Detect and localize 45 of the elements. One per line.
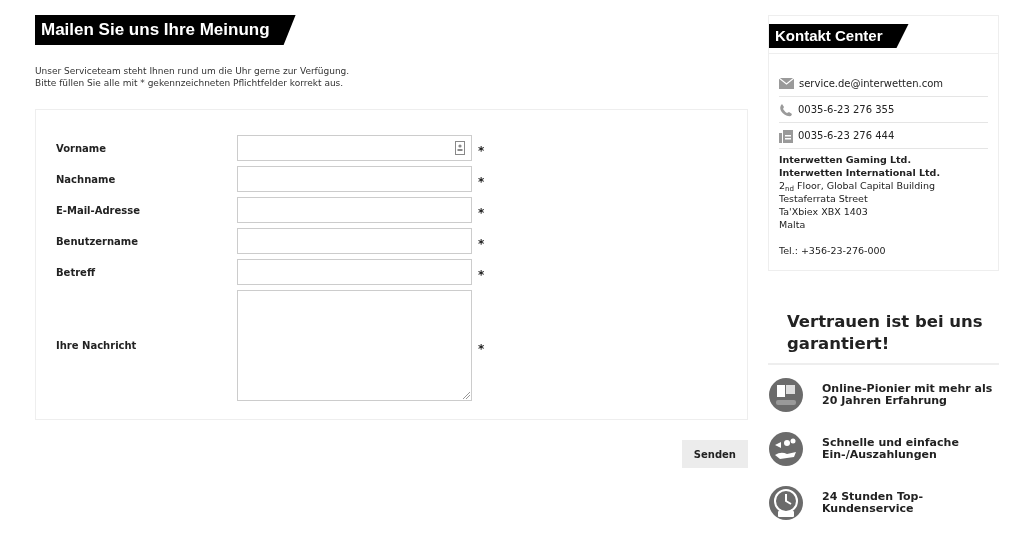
input-field[interactable]: [237, 135, 472, 161]
input-field[interactable]: [237, 166, 472, 192]
address-line: Ta'Xbiex XBX 1403: [779, 205, 869, 218]
trust-heading: Vertrauen ist bei uns garantiert!: [768, 311, 999, 365]
telephone-text: Tel.: +356-23-276-000: [779, 244, 887, 257]
intro-text: Unser Serviceteam steht Ihnen rund um die Uhr gerne zur Verfügung.: [35, 65, 351, 77]
trust-text: Online-Pionier mit mehr als 20 Jahren Erfahrung: [822, 383, 994, 407]
address-line: Malta: [779, 218, 807, 231]
contact-detail: 0035-6-23 276 355: [798, 103, 895, 117]
input-field[interactable]: [237, 197, 472, 223]
address-line: 2$_{nd}$ Floor, Global Capital Building: [779, 179, 936, 192]
phone-icon: [779, 102, 793, 117]
form-title: Mailen Sie uns Ihre Meinung: [35, 15, 296, 45]
trust-text: 24 Stunden Top-Kundenservice: [822, 491, 924, 515]
required-mark: *: [478, 143, 485, 160]
intro-text: Bitte füllen Sie alle mit * gekennzeichneten Pflichtfelder korrekt aus.: [35, 77, 345, 89]
message-field[interactable]: [237, 290, 472, 401]
field-label: Vorname: [56, 141, 108, 156]
field-label: Betreff: [56, 265, 97, 280]
company-name: Interwetten Gaming Ltd.: [779, 153, 913, 166]
contact-detail: service.de@interwetten.com: [799, 77, 943, 91]
fax-icon: [779, 128, 793, 143]
trust-text: Schnelle und einfache Ein-/Auszahlungen: [822, 437, 960, 461]
contact-card-icon[interactable]: [455, 141, 465, 155]
required-mark: *: [478, 236, 485, 253]
company-name: Interwetten International Ltd.: [779, 166, 941, 179]
send-button[interactable]: Senden: [681, 440, 748, 468]
required-mark: *: [478, 267, 485, 284]
contact-title: Kontakt Center: [769, 24, 909, 48]
required-mark: *: [478, 174, 485, 191]
hand-coins-icon: [768, 431, 804, 467]
field-label: Benutzername: [56, 234, 140, 249]
field-label: E-Mail-Adresse: [56, 203, 141, 218]
required-mark: *: [478, 340, 485, 358]
envelope-icon: [779, 78, 794, 89]
contact-detail: 0035-6-23 276 444: [798, 129, 895, 143]
address-line: Testaferrata Street: [779, 192, 869, 205]
input-field[interactable]: [237, 228, 472, 254]
clock-icon: [768, 485, 804, 521]
input-field[interactable]: [237, 259, 472, 285]
field-label: Nachname: [56, 172, 117, 187]
resize-handle-icon[interactable]: [463, 392, 470, 399]
required-mark: *: [478, 205, 485, 222]
field-label: Ihre Nachricht: [56, 339, 138, 353]
badge-icon: [768, 377, 804, 413]
